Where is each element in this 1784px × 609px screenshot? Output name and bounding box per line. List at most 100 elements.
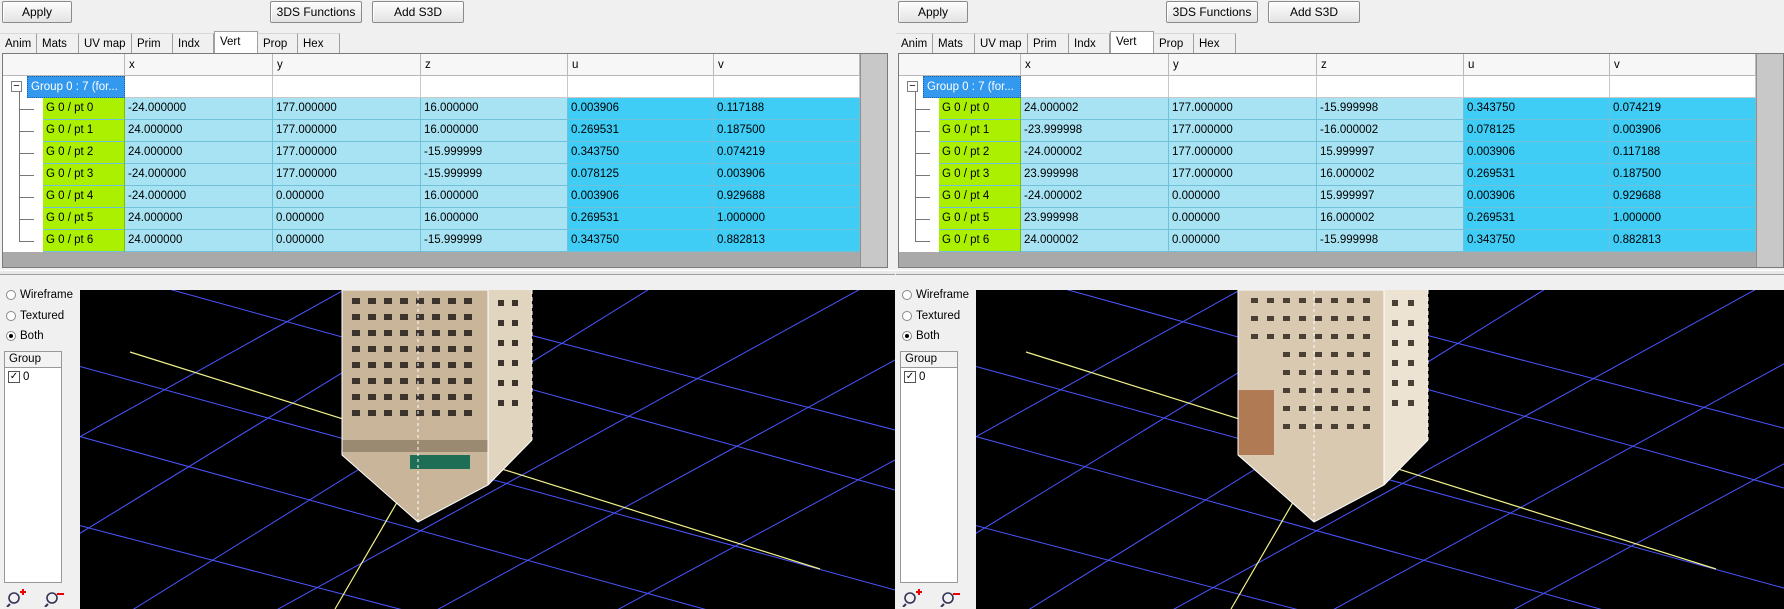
cell-u[interactable]: 0.078125	[568, 164, 714, 186]
table-row[interactable]: G 0 / pt 1 -23.999998 177.000000 -16.000…	[899, 120, 1756, 142]
group-row[interactable]: − Group 0 : 7 (for...	[899, 76, 1756, 98]
tab-uv-map[interactable]: UV map	[975, 33, 1028, 53]
cell-z[interactable]: 16.000000	[421, 208, 568, 230]
cell-v[interactable]: 1.000000	[714, 208, 860, 230]
table-row[interactable]: G 0 / pt 2 24.000000 177.000000 -15.9999…	[3, 142, 860, 164]
cell-x[interactable]: 24.000000	[125, 230, 273, 252]
zoom-in-icon[interactable]	[902, 589, 922, 607]
group-item[interactable]: ✓ 0	[5, 368, 61, 386]
vertex-grid[interactable]: x y z u v − Group 0 : 7 (for... G 0 / pt…	[898, 53, 1784, 268]
cell-u[interactable]: 0.343750	[568, 142, 714, 164]
add-s3d-button[interactable]: Add S3D	[1268, 1, 1360, 23]
splitter-handle[interactable]	[896, 270, 1784, 275]
apply-button[interactable]: Apply	[2, 1, 72, 23]
cell-v[interactable]: 1.000000	[1610, 208, 1756, 230]
cell-x[interactable]: -24.000000	[125, 98, 273, 120]
column-header-x[interactable]: x	[1021, 54, 1169, 76]
cell-y[interactable]	[273, 76, 421, 98]
column-header-x[interactable]: x	[125, 54, 273, 76]
cell-point-name[interactable]: G 0 / pt 2	[939, 142, 1021, 164]
table-row[interactable]: G 0 / pt 0 -24.000000 177.000000 16.0000…	[3, 98, 860, 120]
textured-radio[interactable]: Textured	[6, 308, 64, 324]
apply-button[interactable]: Apply	[898, 1, 968, 23]
cell-v[interactable]: 0.187500	[1610, 164, 1756, 186]
zoom-out-icon[interactable]	[44, 589, 64, 607]
cell-u[interactable]: 0.343750	[1464, 98, 1610, 120]
cell-z[interactable]	[1317, 76, 1464, 98]
cell-z[interactable]: -15.999999	[421, 230, 568, 252]
cell-v[interactable]: 0.187500	[714, 120, 860, 142]
cell-y[interactable]: 0.000000	[273, 208, 421, 230]
cell-u[interactable]: 0.003906	[568, 98, 714, 120]
cell-x[interactable]: 24.000000	[125, 208, 273, 230]
cell-x[interactable]: 24.000002	[1021, 98, 1169, 120]
column-header-y[interactable]: y	[1169, 54, 1317, 76]
cell-v[interactable]: 0.003906	[1610, 120, 1756, 142]
vertical-scrollbar[interactable]	[1756, 54, 1783, 267]
tab-indx[interactable]: Indx	[173, 33, 214, 53]
cell-v[interactable]: 0.074219	[714, 142, 860, 164]
cell-u[interactable]: 0.003906	[568, 186, 714, 208]
cell-x[interactable]: 24.000000	[125, 120, 273, 142]
column-header-z[interactable]: z	[1317, 54, 1464, 76]
cell-y[interactable]: 177.000000	[273, 120, 421, 142]
cell-v[interactable]: 0.117188	[714, 98, 860, 120]
cell-z[interactable]: 16.000000	[421, 120, 568, 142]
cell-y[interactable]: 0.000000	[1169, 186, 1317, 208]
tab-hex[interactable]: Hex	[1194, 33, 1236, 53]
group-row[interactable]: − Group 0 : 7 (for...	[3, 76, 860, 98]
cell-point-name[interactable]: G 0 / pt 2	[43, 142, 125, 164]
cell-z[interactable]: 15.999997	[1317, 186, 1464, 208]
cell-point-name[interactable]: G 0 / pt 0	[43, 98, 125, 120]
tab-prim[interactable]: Prim	[132, 33, 173, 53]
cell-y[interactable]: 0.000000	[1169, 230, 1317, 252]
cell-v[interactable]	[714, 76, 860, 98]
tab-mats[interactable]: Mats	[933, 33, 975, 53]
cell-point-name[interactable]: G 0 / pt 1	[43, 120, 125, 142]
tab-vert[interactable]: Vert	[1110, 31, 1154, 53]
cell-z[interactable]: -15.999998	[1317, 230, 1464, 252]
tab-prim[interactable]: Prim	[1028, 33, 1069, 53]
cell-u[interactable]	[568, 76, 714, 98]
cell-x[interactable]: -23.999998	[1021, 120, 1169, 142]
cell-v[interactable]: 0.929688	[1610, 186, 1756, 208]
splitter-handle[interactable]	[0, 270, 895, 275]
cell-z[interactable]: 16.000002	[1317, 164, 1464, 186]
group-item[interactable]: ✓ 0	[901, 368, 957, 386]
cell-v[interactable]: 0.003906	[714, 164, 860, 186]
cell-x[interactable]	[1021, 76, 1169, 98]
tab-hex[interactable]: Hex	[298, 33, 340, 53]
group-list[interactable]: Group ✓ 0	[900, 351, 958, 583]
cell-z[interactable]	[421, 76, 568, 98]
cell-x[interactable]: -24.000000	[125, 186, 273, 208]
cell-u[interactable]: 0.078125	[1464, 120, 1610, 142]
cell-point-name[interactable]: G 0 / pt 4	[43, 186, 125, 208]
column-header-y[interactable]: y	[273, 54, 421, 76]
tab-mats[interactable]: Mats	[37, 33, 79, 53]
cell-v[interactable]: 0.882813	[1610, 230, 1756, 252]
3ds-functions-button[interactable]: 3DS Functions	[1166, 1, 1258, 23]
cell-u[interactable]: 0.343750	[568, 230, 714, 252]
cell-x[interactable]: 23.999998	[1021, 208, 1169, 230]
cell-v[interactable]: 0.074219	[1610, 98, 1756, 120]
group-label[interactable]: Group 0 : 7 (for...	[27, 76, 125, 98]
add-s3d-button[interactable]: Add S3D	[372, 1, 464, 23]
cell-v[interactable]: 0.929688	[714, 186, 860, 208]
group-list[interactable]: Group ✓ 0	[4, 351, 62, 583]
cell-y[interactable]: 177.000000	[273, 98, 421, 120]
column-header-v[interactable]: v	[714, 54, 860, 76]
cell-point-name[interactable]: G 0 / pt 0	[939, 98, 1021, 120]
column-header-z[interactable]: z	[421, 54, 568, 76]
both-radio[interactable]: Both	[902, 328, 940, 344]
cell-z[interactable]: -15.999998	[1317, 98, 1464, 120]
collapse-icon[interactable]: −	[907, 81, 918, 92]
table-row[interactable]: G 0 / pt 0 24.000002 177.000000 -15.9999…	[899, 98, 1756, 120]
cell-y[interactable]: 177.000000	[1169, 98, 1317, 120]
cell-y[interactable]: 0.000000	[1169, 208, 1317, 230]
textured-radio[interactable]: Textured	[902, 308, 960, 324]
cell-u[interactable]: 0.269531	[568, 208, 714, 230]
vertical-scrollbar[interactable]	[860, 54, 887, 267]
table-row[interactable]: G 0 / pt 1 24.000000 177.000000 16.00000…	[3, 120, 860, 142]
cell-u[interactable]: 0.269531	[1464, 208, 1610, 230]
cell-point-name[interactable]: G 0 / pt 5	[43, 208, 125, 230]
